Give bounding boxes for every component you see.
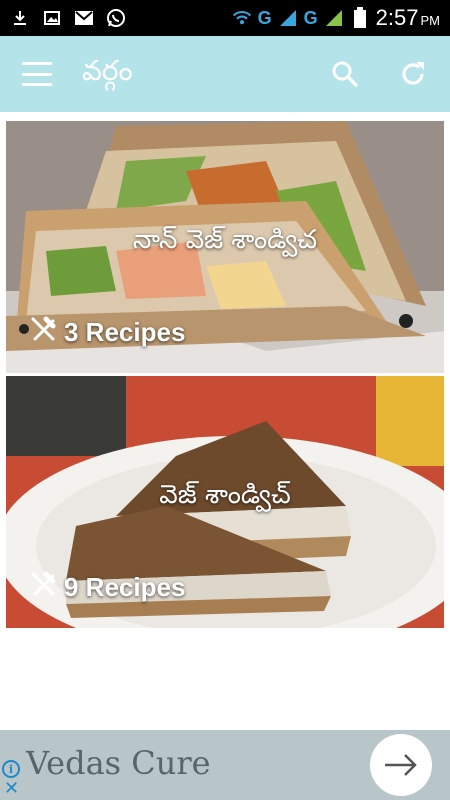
- battery-icon: [350, 7, 370, 28]
- whatsapp-icon: [106, 8, 126, 28]
- network-type-2: G: [303, 7, 318, 28]
- download-icon: [10, 8, 30, 28]
- ad-info-icon[interactable]: i: [2, 760, 20, 778]
- signal-icon: [324, 8, 344, 28]
- category-card-veg-sandwich[interactable]: వెజ్ శాండ్విచ్ 9 Recipes: [6, 376, 444, 628]
- fork-knife-icon: [30, 316, 56, 349]
- notification-icons: [10, 8, 126, 28]
- category-card-non-veg-sandwich[interactable]: నాన్ వెజ్ శాండ్విచ 3 Recipes: [6, 121, 444, 373]
- network-type-1: G: [257, 7, 272, 28]
- status-bar: G G 2:57 PM: [0, 0, 450, 36]
- category-title: వెజ్ శాండ్విచ్: [159, 480, 291, 510]
- ad-text: Vedas Cure: [26, 744, 211, 782]
- app-actions: [330, 59, 428, 89]
- search-icon[interactable]: [330, 59, 360, 89]
- ad-close-icon[interactable]: ✕: [4, 778, 19, 799]
- refresh-icon[interactable]: [398, 59, 428, 89]
- ad-banner[interactable]: i Vedas Cure: [0, 730, 450, 800]
- fork-knife-icon: [30, 571, 56, 604]
- menu-icon[interactable]: [22, 62, 52, 86]
- app-bar: వర్గం: [0, 36, 450, 112]
- category-title: నాన్ వెజ్ శాండ్విచ: [133, 225, 317, 255]
- image-icon: [42, 8, 62, 28]
- recipe-count: 3 Recipes: [30, 316, 185, 349]
- system-icons: G G 2:57 PM: [232, 5, 440, 31]
- signal-icon: [278, 8, 298, 28]
- gmail-icon: [74, 8, 94, 28]
- arrow-right-icon[interactable]: [370, 734, 432, 796]
- wifi-hotspot-icon: [232, 8, 252, 28]
- clock: 2:57 PM: [375, 5, 440, 30]
- page-title: వర్గం: [82, 54, 133, 87]
- recipe-count: 9 Recipes: [30, 571, 185, 604]
